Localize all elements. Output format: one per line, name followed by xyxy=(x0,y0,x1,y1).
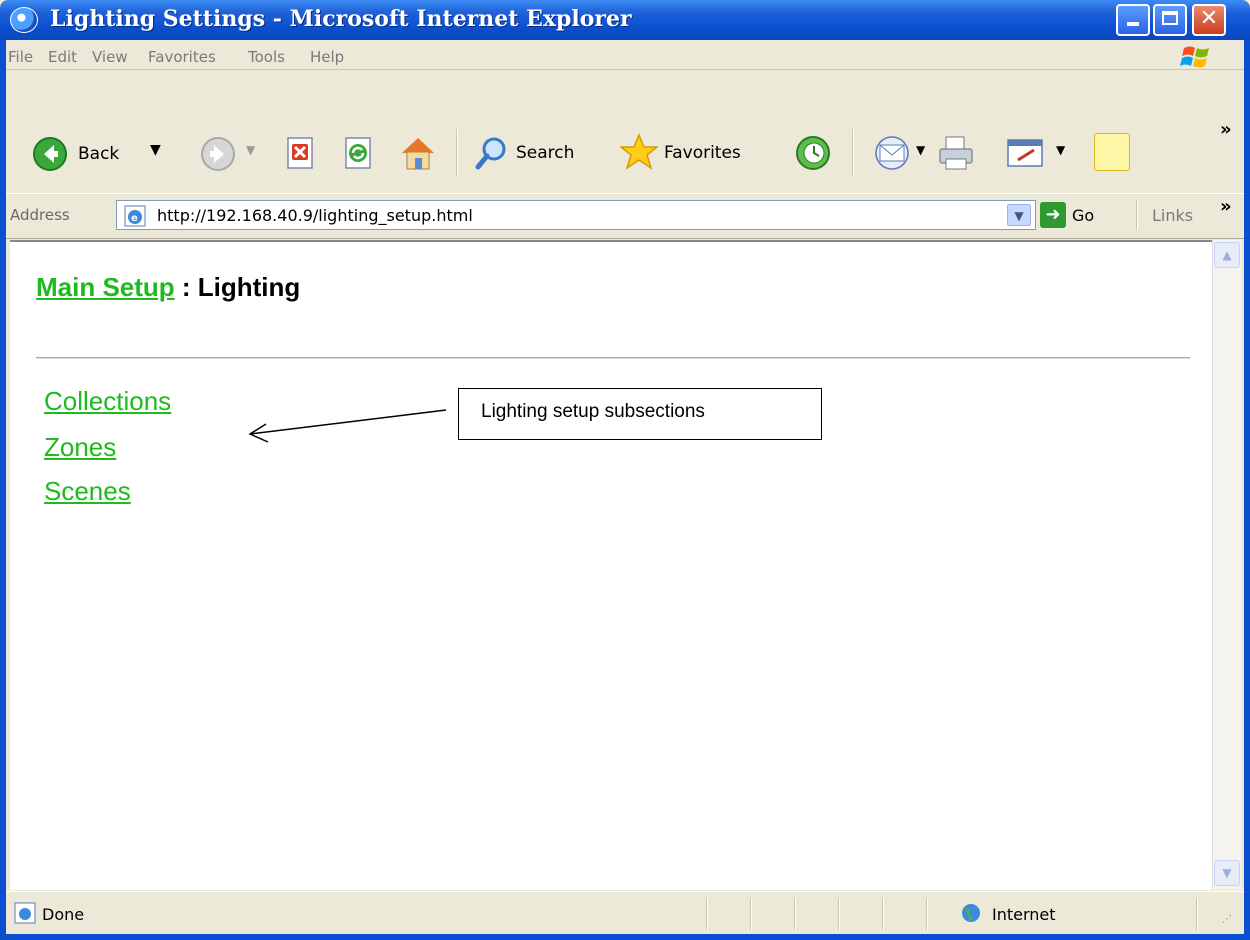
menu-tools[interactable]: Tools xyxy=(248,48,285,66)
svg-text:e: e xyxy=(131,213,138,224)
search-label: Search xyxy=(516,143,575,163)
home-icon[interactable] xyxy=(398,133,438,173)
maximize-button[interactable] xyxy=(1153,4,1187,36)
links-label[interactable]: Links xyxy=(1152,206,1193,225)
menu-favorites[interactable]: Favorites xyxy=(148,48,216,66)
internet-globe-icon xyxy=(962,904,980,922)
status-divider xyxy=(794,898,796,930)
toolbar-overflow-chevron[interactable]: » xyxy=(1220,119,1232,140)
menu-view[interactable]: View xyxy=(92,48,128,66)
ie-status-icon xyxy=(14,902,36,924)
menu-bar: File Edit View Favorites Tools Help xyxy=(6,40,1244,70)
address-dropdown-icon[interactable]: ▼ xyxy=(1007,204,1031,226)
back-dropdown-icon[interactable]: ▼ xyxy=(150,142,161,158)
address-label: Address xyxy=(10,206,70,224)
status-bar: Done Internet ⋰ xyxy=(6,891,1244,934)
ie-app-icon[interactable] xyxy=(10,7,38,33)
refresh-icon[interactable] xyxy=(342,136,376,170)
back-label: Back xyxy=(78,144,120,164)
vertical-scrollbar[interactable]: ▲ ▼ xyxy=(1212,240,1242,890)
search-icon xyxy=(475,137,506,170)
zones-link[interactable]: Zones xyxy=(44,432,116,463)
status-divider xyxy=(882,898,884,930)
toolbar-separator xyxy=(456,129,458,177)
menu-help[interactable]: Help xyxy=(310,48,344,66)
go-arrow-icon: ➜ xyxy=(1040,202,1066,228)
discuss-note-icon[interactable] xyxy=(1094,133,1130,171)
toolbar-separator xyxy=(852,129,854,177)
address-bar: Address e http://192.168.40.9/lighting_s… xyxy=(6,193,1244,239)
resize-grip-icon[interactable]: ⋰ xyxy=(1222,914,1232,925)
favorites-star-icon xyxy=(620,133,658,170)
breadcrumb-current: Lighting xyxy=(197,272,301,302)
minimize-button[interactable] xyxy=(1116,4,1150,36)
edit-page-icon[interactable] xyxy=(1006,136,1046,170)
back-arrow-icon xyxy=(33,137,67,171)
status-divider xyxy=(838,898,840,930)
address-input[interactable]: e http://192.168.40.9/lighting_setup.htm… xyxy=(116,200,1036,230)
status-divider xyxy=(926,898,928,930)
print-icon[interactable] xyxy=(936,135,976,171)
minimize-icon xyxy=(1127,22,1139,26)
security-zone-text: Internet xyxy=(992,905,1056,924)
status-text: Done xyxy=(42,905,85,924)
status-divider xyxy=(1196,898,1198,930)
close-icon: ✕ xyxy=(1199,6,1219,31)
favorites-label: Favorites xyxy=(664,143,741,163)
collections-link[interactable]: Collections xyxy=(44,386,171,417)
address-url: http://192.168.40.9/lighting_setup.html xyxy=(157,206,473,225)
window-frame-right xyxy=(1244,40,1250,940)
windows-logo-icon xyxy=(1180,46,1209,68)
scenes-link[interactable]: Scenes xyxy=(44,476,131,507)
forward-dropdown-icon[interactable]: ▼ xyxy=(246,143,255,157)
main-setup-link[interactable]: Main Setup xyxy=(36,272,175,302)
address-separator xyxy=(1136,200,1138,230)
mail-dropdown-icon[interactable]: ▼ xyxy=(916,143,925,157)
page-heading: Main Setup : Lighting xyxy=(36,272,300,303)
annotation-text: Lighting setup subsections xyxy=(481,401,705,422)
page-content xyxy=(10,240,1214,890)
mail-icon[interactable] xyxy=(872,135,912,171)
go-label: Go xyxy=(1072,206,1095,225)
scroll-up-icon[interactable]: ▲ xyxy=(1214,242,1240,268)
window-title: Lighting Settings - Microsoft Internet E… xyxy=(50,6,632,32)
history-icon[interactable] xyxy=(794,134,832,172)
links-overflow-chevron[interactable]: » xyxy=(1220,196,1232,217)
horizontal-rule xyxy=(36,357,1190,359)
stop-icon[interactable] xyxy=(284,136,318,170)
menu-file[interactable]: File xyxy=(8,48,33,66)
status-divider xyxy=(706,898,708,930)
window-frame-bottom xyxy=(0,934,1250,940)
annotation-callout: Lighting setup subsections xyxy=(458,388,822,440)
status-divider xyxy=(750,898,752,930)
edit-dropdown-icon[interactable]: ▼ xyxy=(1056,143,1065,157)
ie-page-icon: e xyxy=(124,205,146,227)
close-button[interactable]: ✕ xyxy=(1192,4,1226,36)
maximize-icon xyxy=(1162,11,1178,25)
annotation-arrow xyxy=(248,409,447,443)
scroll-down-icon[interactable]: ▼ xyxy=(1214,860,1240,886)
standard-toolbar: Back ▼ ▼ Search Favorites ▼ ▼ » xyxy=(6,71,1244,191)
menu-edit[interactable]: Edit xyxy=(48,48,77,66)
forward-arrow-icon[interactable] xyxy=(200,136,236,172)
breadcrumb-separator: : xyxy=(174,272,198,302)
